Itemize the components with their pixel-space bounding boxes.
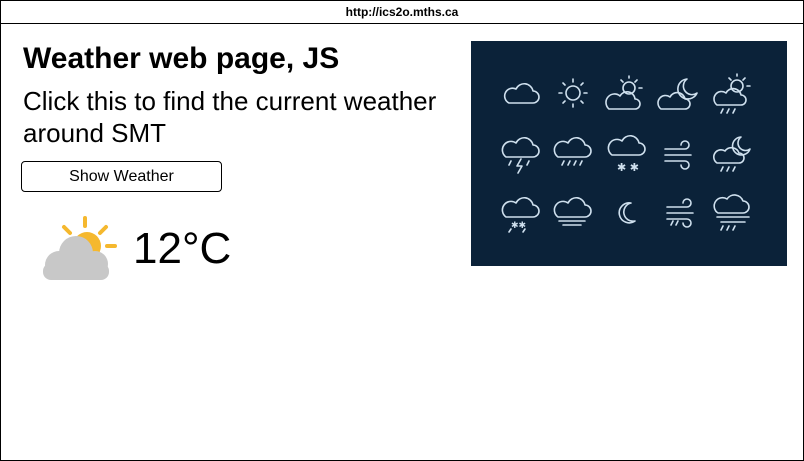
temperature-readout: 12°C — [133, 224, 232, 273]
moon-icon — [618, 202, 636, 224]
storm-wind-icon — [713, 194, 750, 231]
windy-rain-icon — [666, 198, 694, 228]
page-title: Weather web page, JS — [23, 42, 340, 75]
instructions-text: Click this to find the current weather a… — [23, 86, 437, 148]
show-weather-button[interactable]: Show Weather — [21, 161, 222, 192]
browser-frame: http://ics2o.mths.ca Weather web page, J… — [0, 0, 804, 461]
rain-icon — [553, 137, 592, 166]
cloudy-night-icon — [657, 78, 698, 110]
partly-cloudy-icon — [605, 75, 643, 110]
sun-rain-icon — [713, 73, 751, 114]
thunderstorm-icon — [501, 137, 540, 174]
snow-icon: ✱ ✱ — [607, 135, 646, 174]
sun-icon — [558, 78, 588, 108]
svg-text:✱ ✱: ✱ ✱ — [617, 161, 639, 174]
cloud-icon — [503, 83, 540, 104]
fog-icon — [553, 197, 592, 226]
address-bar[interactable]: http://ics2o.mths.ca — [1, 1, 803, 24]
night-rain-icon — [713, 136, 751, 172]
sleet-icon: ✱✱ — [501, 197, 540, 233]
partly-cloudy-icon — [37, 213, 121, 283]
weather-icon-sheet: ✱ ✱ ✱✱ — [471, 41, 787, 266]
wind-icon — [664, 140, 692, 170]
